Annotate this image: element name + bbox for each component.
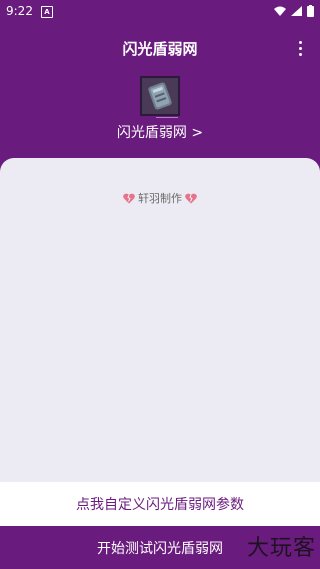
credit-line: 轩羽制作 — [0, 190, 320, 206]
hero-underline — [156, 117, 178, 118]
battery-icon — [307, 5, 314, 17]
more-vertical-icon[interactable] — [292, 38, 308, 58]
status-icons — [274, 5, 314, 17]
credit-text: 轩羽制作 — [138, 192, 182, 205]
wifi-icon — [274, 6, 286, 16]
content-panel: 轩羽制作 — [0, 158, 320, 488]
broken-heart-icon — [123, 193, 135, 203]
watermark-logo: 大玩客 — [246, 536, 316, 561]
app-title: 闪光盾弱网 — [122, 40, 198, 58]
signal-icon — [291, 6, 302, 16]
broken-heart-icon — [185, 193, 197, 203]
status-bar: 9:22 A — [0, 0, 320, 24]
hero-link[interactable]: 闪光盾弱网 > — [0, 122, 320, 142]
shield-app-icon[interactable] — [140, 76, 180, 116]
custom-params-button[interactable]: 点我自定义闪光盾弱网参数 — [0, 482, 320, 526]
status-time: 9:22 — [6, 4, 33, 18]
notification-icon: A — [41, 6, 53, 18]
app-bar: 闪光盾弱网 — [0, 24, 320, 72]
